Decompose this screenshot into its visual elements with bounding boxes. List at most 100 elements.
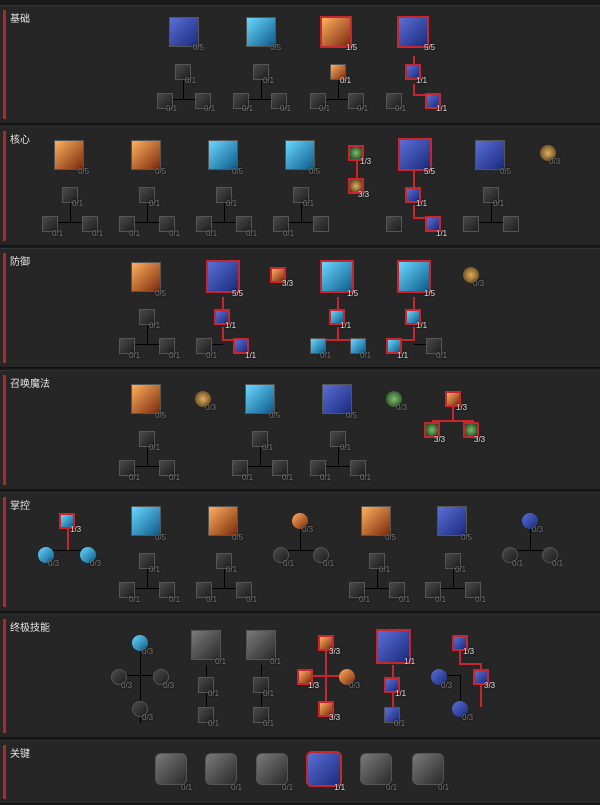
rank-counter: 1/1 xyxy=(416,321,428,330)
rank-counter: 0/1 xyxy=(282,783,294,792)
rank-counter: 0/1 xyxy=(208,719,220,728)
rank-counter: 1/5 xyxy=(347,289,359,298)
rank-counter: 0/3 xyxy=(142,713,154,722)
section-label: 核心 xyxy=(10,135,30,146)
skill-node[interactable] xyxy=(322,384,352,414)
skill-node[interactable] xyxy=(285,140,315,170)
rank-counter: 1/1 xyxy=(245,351,257,360)
rank-counter: 0/1 xyxy=(475,595,487,604)
rank-counter: 0/5 xyxy=(270,43,282,52)
rank-counter: 0/1 xyxy=(395,104,407,113)
skill-node[interactable] xyxy=(54,140,84,170)
rank-counter: 0/3 xyxy=(302,525,314,534)
rank-counter: 1/1 xyxy=(334,783,346,792)
rank-counter: 0/1 xyxy=(262,443,274,452)
skill-node[interactable] xyxy=(463,216,479,232)
rank-counter: 0/3 xyxy=(549,157,561,166)
rank-counter: 0/1 xyxy=(303,199,315,208)
skill-node[interactable] xyxy=(131,262,161,292)
rank-counter: 0/1 xyxy=(552,559,564,568)
rank-counter: 1/1 xyxy=(395,689,407,698)
rank-counter: 1/3 xyxy=(463,647,475,656)
rank-counter: 0/3 xyxy=(462,713,474,722)
rank-counter: 0/5 xyxy=(155,411,167,420)
skill-node[interactable] xyxy=(246,630,276,660)
rank-counter: 5/5 xyxy=(424,43,436,52)
rank-counter: 0/1 xyxy=(226,199,238,208)
rank-counter: 0/1 xyxy=(399,595,411,604)
rank-counter: 0/1 xyxy=(320,473,332,482)
rank-counter: 0/5 xyxy=(232,167,244,176)
skill-node[interactable] xyxy=(386,216,402,232)
rank-counter: 0/5 xyxy=(346,411,358,420)
rank-counter: 0/1 xyxy=(283,559,295,568)
skill-node[interactable] xyxy=(361,506,391,536)
skill-node[interactable] xyxy=(191,630,221,660)
rank-counter: 1/3 xyxy=(308,681,320,690)
rank-counter: 0/1 xyxy=(360,351,372,360)
rank-counter: 0/5 xyxy=(385,533,397,542)
skill-node[interactable] xyxy=(131,506,161,536)
rank-counter: 0/3 xyxy=(90,559,102,568)
rank-counter: 3/3 xyxy=(282,279,294,288)
key-passive-node[interactable] xyxy=(155,753,187,785)
section-rail xyxy=(3,745,6,799)
skill-node[interactable] xyxy=(208,140,238,170)
rank-counter: 0/5 xyxy=(78,167,90,176)
rank-counter: 0/1 xyxy=(246,595,258,604)
rank-counter: 1/3 xyxy=(456,403,468,412)
rank-counter: 5/5 xyxy=(424,167,436,176)
rank-counter: 0/1 xyxy=(282,473,294,482)
rank-counter: 0/1 xyxy=(493,199,505,208)
rank-counter: 1/1 xyxy=(436,104,448,113)
key-passive-node[interactable] xyxy=(360,753,392,785)
rank-counter: 3/3 xyxy=(329,647,341,656)
rank-counter: 0/1 xyxy=(206,229,218,238)
skill-node[interactable] xyxy=(131,140,161,170)
key-passive-node[interactable] xyxy=(306,751,342,787)
section-core: 核心 0/5 0/5 0/5 0/5 1/3 3/3 5/5 0/5 0/3 1… xyxy=(0,126,600,246)
rank-counter: 0/1 xyxy=(226,565,238,574)
skill-node[interactable] xyxy=(208,506,238,536)
rank-counter: 0/1 xyxy=(206,351,218,360)
skill-node[interactable] xyxy=(437,506,467,536)
rank-counter: 0/3 xyxy=(532,525,544,534)
section-label: 关键 xyxy=(10,749,30,760)
section-basic: 基础 0/5 0/5 1/5 5/5 0/1 0/1 0/1 1/1 0/1 0… xyxy=(0,5,600,124)
rank-counter: 1/1 xyxy=(340,321,352,330)
rank-counter: 3/3 xyxy=(329,713,341,722)
rank-counter: 0/1 xyxy=(246,229,258,238)
rank-counter: 0/1 xyxy=(129,351,141,360)
key-passive-node[interactable] xyxy=(412,753,444,785)
rank-counter: 0/1 xyxy=(185,76,197,85)
rank-counter: 0/1 xyxy=(206,595,218,604)
skill-node[interactable] xyxy=(245,384,275,414)
key-passive-node[interactable] xyxy=(256,753,288,785)
rank-counter: 0/1 xyxy=(435,595,447,604)
rank-counter: 0/1 xyxy=(169,351,181,360)
section-key: 关键 0/1 0/1 0/1 1/1 0/1 0/1 xyxy=(0,740,600,804)
skill-node[interactable] xyxy=(131,384,161,414)
rank-counter: 0/1 xyxy=(438,783,450,792)
rank-counter: 0/5 xyxy=(500,167,512,176)
skill-node[interactable] xyxy=(313,216,329,232)
rank-counter: 0/1 xyxy=(319,104,331,113)
rank-counter: 0/1 xyxy=(512,559,524,568)
rank-counter: 1/1 xyxy=(404,657,416,666)
rank-counter: 0/3 xyxy=(473,279,485,288)
rank-counter: 0/3 xyxy=(163,681,175,690)
rank-counter: 0/1 xyxy=(169,229,181,238)
rank-counter: 0/1 xyxy=(169,595,181,604)
rank-counter: 0/1 xyxy=(242,473,254,482)
section-ultimate: 终极技能 0/3 0/3 0/3 0/3 0/1 0/1 0/1 0/1 0/1… xyxy=(0,614,600,738)
skill-node[interactable] xyxy=(475,140,505,170)
rank-counter: 0/1 xyxy=(394,719,406,728)
rank-counter: 3/3 xyxy=(358,190,370,199)
rank-counter: 0/1 xyxy=(169,473,181,482)
rank-counter: 0/1 xyxy=(129,473,141,482)
rank-counter: 0/1 xyxy=(72,199,84,208)
skill-node[interactable] xyxy=(503,216,519,232)
key-passive-node[interactable] xyxy=(205,753,237,785)
rank-counter: 0/1 xyxy=(52,229,64,238)
rank-counter: 0/1 xyxy=(181,783,193,792)
